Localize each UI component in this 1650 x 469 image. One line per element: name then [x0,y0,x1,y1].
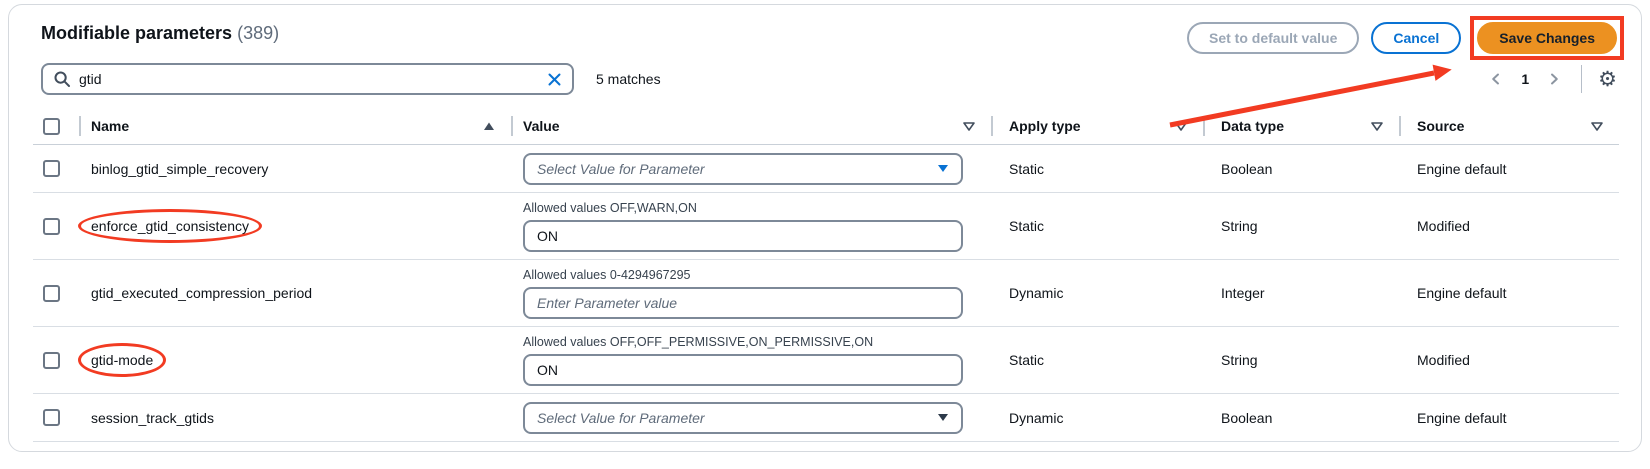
data-type-cell: Integer [1203,260,1399,326]
parameter-name: gtid-mode [91,352,153,368]
column-header-source[interactable]: Source [1399,107,1619,145]
table-row: session_track_gtids Select Value for Par… [33,394,1619,442]
select-placeholder: Select Value for Parameter [537,410,705,426]
filter-icon[interactable] [1175,122,1187,131]
column-header-name[interactable]: Name [79,107,511,145]
sort-ascending-icon [483,122,495,131]
panel-title: Modifiable parameters (389) [41,23,279,44]
data-type-cell: Boolean [1203,394,1399,441]
filter-icon[interactable] [1591,122,1603,131]
row-checkbox[interactable] [43,218,60,235]
select-placeholder: Select Value for Parameter [537,161,705,177]
save-changes-button[interactable]: Save Changes [1477,22,1617,54]
filter-icon[interactable] [963,122,975,131]
select-all-checkbox[interactable] [43,118,60,135]
select-all-cell [33,107,79,145]
pagination-prev-button[interactable] [1485,68,1507,90]
column-header-value[interactable]: Value [511,107,991,145]
search-icon [53,70,71,88]
apply-type-cell: Static [991,145,1203,192]
parameter-name: gtid_executed_compression_period [91,285,312,301]
parameter-name: binlog_gtid_simple_recovery [91,161,268,177]
apply-type-cell: Static [991,193,1203,259]
source-cell: Engine default [1399,260,1619,326]
source-cell: Modified [1399,327,1619,393]
column-header-name-label: Name [91,118,129,134]
row-checkbox[interactable] [43,285,60,302]
apply-type-cell: Dynamic [991,260,1203,326]
parameters-table: Name Value Apply type Data type [33,107,1619,442]
data-type-cell: Boolean [1203,145,1399,192]
allowed-values-label: Allowed values 0-4294967295 [523,268,691,282]
value-input[interactable] [523,354,963,386]
row-checkbox[interactable] [43,160,60,177]
page-number[interactable]: 1 [1517,71,1533,87]
source-cell: Engine default [1399,145,1619,192]
column-header-data-type[interactable]: Data type [1203,107,1399,145]
value-input[interactable] [523,287,963,319]
select-caret-icon [937,413,949,422]
apply-type-cell: Static [991,327,1203,393]
select-caret-icon [937,164,949,173]
chevron-left-icon [1489,72,1503,86]
source-cell: Modified [1399,193,1619,259]
column-header-apply-type[interactable]: Apply type [991,107,1203,145]
pagination-divider [1581,65,1582,93]
page: { "panel": { "title": "Modifiable parame… [0,0,1650,469]
data-type-cell: String [1203,193,1399,259]
value-select[interactable]: Select Value for Parameter [523,402,963,434]
clear-search-icon[interactable] [547,72,562,87]
column-header-value-label: Value [523,118,560,134]
allowed-values-label: Allowed values OFF,OFF_PERMISSIVE,ON_PER… [523,335,873,349]
pagination: 1 ⚙ [1485,63,1617,95]
table-row: gtid_executed_compression_period Allowed… [33,260,1619,327]
apply-type-cell: Dynamic [991,394,1203,441]
chevron-right-icon [1547,72,1561,86]
parameter-name: enforce_gtid_consistency [91,218,249,234]
table-row: binlog_gtid_simple_recovery Select Value… [33,145,1619,193]
cancel-button[interactable]: Cancel [1371,22,1461,54]
header-actions: Set to default value Cancel Save Changes [1187,22,1617,54]
filter-icon[interactable] [1371,122,1383,131]
data-type-cell: String [1203,327,1399,393]
allowed-values-label: Allowed values OFF,WARN,ON [523,201,697,215]
preferences-gear-icon[interactable]: ⚙ [1598,69,1617,90]
pagination-next-button[interactable] [1543,68,1565,90]
search-row: 5 matches [41,63,661,95]
value-select[interactable]: Select Value for Parameter [523,153,963,185]
row-checkbox[interactable] [43,409,60,426]
search-input[interactable] [79,71,547,87]
source-cell: Engine default [1399,394,1619,441]
column-header-data-type-label: Data type [1221,118,1284,134]
search-box[interactable] [41,63,574,95]
row-checkbox[interactable] [43,352,60,369]
set-to-default-button[interactable]: Set to default value [1187,22,1359,54]
value-input[interactable] [523,220,963,252]
column-header-source-label: Source [1417,118,1464,134]
modifiable-parameters-panel: Modifiable parameters (389) Set to defau… [8,4,1642,452]
parameter-name: session_track_gtids [91,410,214,426]
table-row: gtid-mode Allowed values OFF,OFF_PERMISS… [33,327,1619,394]
column-header-apply-type-label: Apply type [1009,118,1081,134]
table-row: enforce_gtid_consistency Allowed values … [33,193,1619,260]
table-header-row: Name Value Apply type Data type [33,107,1619,145]
panel-title-text: Modifiable parameters [41,23,232,43]
parameter-count: (389) [237,23,279,43]
matches-count: 5 matches [596,71,661,87]
